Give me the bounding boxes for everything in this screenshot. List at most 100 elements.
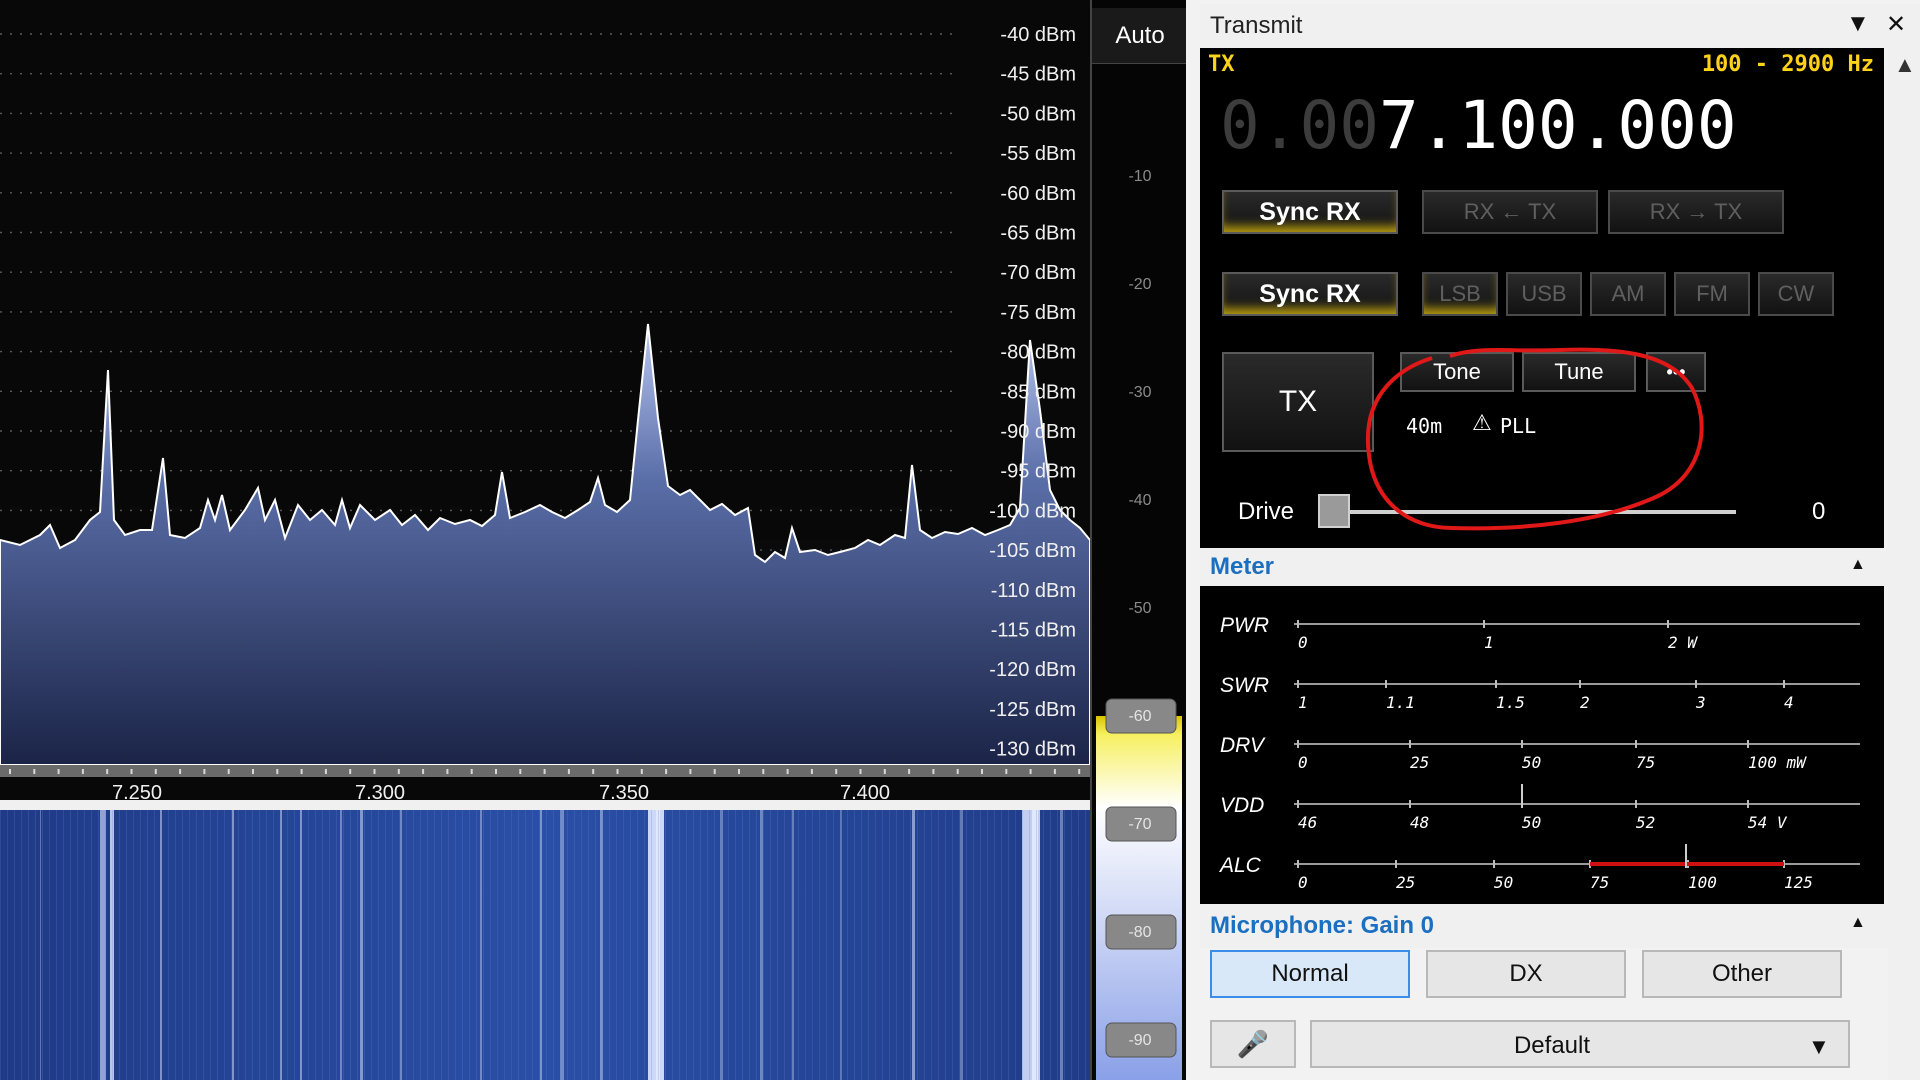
noise-streak (623, 810, 624, 1080)
signal-streak (1032, 810, 1038, 1080)
transmit-controls: TX 100 - 2900 Hz 0.007.100.000 Sync RX R… (1200, 48, 1884, 548)
meter-label: 1.5 (1496, 693, 1525, 712)
drive-slider-track[interactable] (1318, 510, 1736, 514)
preset-dropdown[interactable]: Default ▼ (1310, 1020, 1850, 1068)
spectrum-plot[interactable]: -40 dBm -45 dBm -50 dBm -55 dBm -60 dBm -65 d… (0, 0, 1090, 810)
noise-streak (511, 810, 512, 1080)
noise-streak (686, 810, 687, 1080)
copy-rx-to-tx-button[interactable]: RX ← TX (1422, 190, 1598, 234)
noise-streak (819, 810, 820, 1080)
pll-status-label: PLL (1500, 414, 1537, 438)
frequency-digits: 7.100.000 (1378, 87, 1737, 164)
meter-name: PWR (1220, 614, 1269, 637)
noise-streak (805, 810, 806, 1080)
noise-streak (98, 810, 99, 1080)
profile-other-button[interactable]: Other (1642, 950, 1842, 998)
microphone-header[interactable]: Microphone: Gain 0 ▲ (1200, 904, 1920, 948)
mode-fm-button[interactable]: FM (1674, 272, 1750, 316)
noise-streak (798, 810, 799, 1080)
drive-slider-thumb[interactable] (1318, 494, 1350, 528)
noise-streak (630, 810, 631, 1080)
collapse-icon[interactable]: ▲ (1850, 914, 1866, 932)
noise-streak (672, 810, 673, 1080)
mode-cw-button[interactable]: CW (1758, 272, 1834, 316)
noise-streak (154, 810, 155, 1080)
close-icon[interactable]: ✕ (1886, 10, 1906, 39)
microphone-icon: 🎤 (1236, 1028, 1270, 1059)
noise-streak (273, 810, 274, 1080)
meter-label: 50 (1522, 753, 1541, 772)
level-tick-label: -90 (1128, 1032, 1151, 1049)
level-tick-label: -20 (1128, 276, 1151, 293)
scroll-up-icon[interactable]: ▲ (1894, 52, 1916, 78)
splitter[interactable] (1186, 0, 1200, 1080)
meter-label: 54 V (1748, 813, 1788, 832)
noise-streak (329, 810, 330, 1080)
noise-streak (7, 810, 8, 1080)
noise-streak (427, 810, 428, 1080)
meter-label: 0 (1298, 873, 1308, 892)
signal-streak (912, 810, 915, 1080)
meter-label: 100 (1688, 873, 1717, 892)
db-label: -130 dBm (989, 739, 1076, 761)
more-options-button[interactable]: ••• (1646, 352, 1706, 392)
noise-streak (238, 810, 239, 1080)
tx-indicator: TX (1208, 52, 1235, 77)
noise-streak (791, 810, 792, 1080)
noise-streak (1008, 810, 1009, 1080)
transmit-header[interactable]: Transmit ▼ ✕ (1200, 4, 1920, 48)
noise-streak (812, 810, 813, 1080)
db-label: -60 dBm (1000, 183, 1076, 205)
filter-bandwidth[interactable]: 100 - 2900 Hz (1702, 52, 1874, 77)
noise-streak (322, 810, 323, 1080)
tone-button[interactable]: Tone (1400, 352, 1514, 392)
level-tick-label: -80 (1128, 924, 1151, 941)
waterfall-display[interactable] (0, 810, 1090, 1080)
tune-button[interactable]: Tune (1522, 352, 1636, 392)
noise-streak (42, 810, 43, 1080)
waterfall-level-scale[interactable]: Auto -10 -20 -30 -40 -50 -60 -70 -80 -90 (1090, 0, 1188, 1080)
db-label: -90 dBm (1000, 421, 1076, 443)
copy-tx-to-rx-button[interactable]: RX → TX (1608, 190, 1784, 234)
noise-streak (574, 810, 575, 1080)
noise-streak (546, 810, 547, 1080)
meter-header[interactable]: Meter ▲ (1200, 548, 1920, 586)
noise-streak (945, 810, 946, 1080)
noise-streak (721, 810, 722, 1080)
noise-streak (112, 810, 113, 1080)
noise-streak (756, 810, 757, 1080)
microphone-button[interactable]: 🎤 (1210, 1020, 1296, 1068)
noise-streak (147, 810, 148, 1080)
noise-streak (392, 810, 393, 1080)
noise-streak (588, 810, 589, 1080)
frequency-display[interactable]: 0.007.100.000 (1220, 86, 1737, 166)
mode-lsb-button[interactable]: LSB (1422, 272, 1498, 316)
spectrum-display[interactable]: -40 dBm -45 dBm -50 dBm -55 dBm -60 dBm -65 d… (0, 0, 1090, 810)
collapse-icon[interactable]: ▲ (1850, 556, 1866, 574)
collapse-dropdown-icon[interactable]: ▼ (1846, 10, 1870, 38)
noise-streak (175, 810, 176, 1080)
db-label: -95 dBm (1000, 461, 1076, 483)
mode-am-button[interactable]: AM (1590, 272, 1666, 316)
db-label: -100 dBm (989, 500, 1076, 522)
noise-streak (714, 810, 715, 1080)
noise-streak (882, 810, 883, 1080)
meter-label: 50 (1522, 813, 1541, 832)
mode-usb-button[interactable]: USB (1506, 272, 1582, 316)
waterfall-divider[interactable] (0, 800, 1090, 810)
meter-label: 3 (1695, 693, 1706, 712)
signal-streak (232, 810, 234, 1080)
noise-streak (637, 810, 638, 1080)
signal-streak (360, 810, 363, 1080)
sync-rx-mode-button[interactable]: Sync RX (1222, 272, 1398, 316)
sync-rx-button[interactable]: Sync RX (1222, 190, 1398, 234)
noise-streak (105, 810, 106, 1080)
microphone-title: Microphone: Gain 0 (1210, 912, 1435, 939)
noise-streak (504, 810, 505, 1080)
signal-streak (400, 810, 402, 1080)
tx-button[interactable]: TX (1222, 352, 1374, 452)
noise-streak (924, 810, 925, 1080)
profile-dx-button[interactable]: DX (1426, 950, 1626, 998)
db-label: -120 dBm (989, 659, 1076, 681)
profile-normal-button[interactable]: Normal (1210, 950, 1410, 998)
